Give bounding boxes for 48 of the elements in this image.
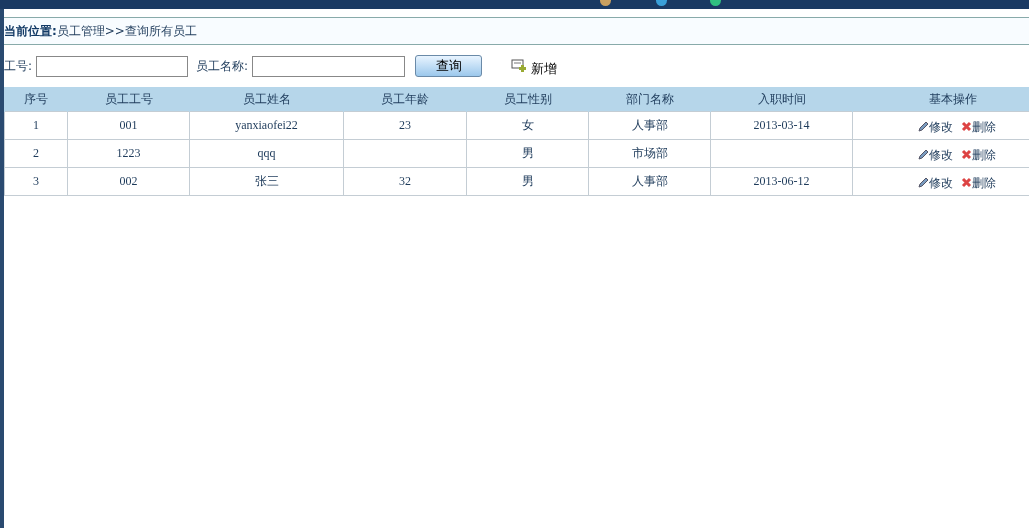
table-cell: 女 xyxy=(466,111,589,140)
table-cell: 人事部 xyxy=(588,167,711,196)
pencil-icon xyxy=(917,120,929,132)
pencil-icon xyxy=(917,176,929,188)
table-cell: 人事部 xyxy=(588,111,711,140)
table-cell: 男 xyxy=(466,167,589,196)
column-header: 部门名称 xyxy=(588,87,711,112)
delete-icon xyxy=(960,148,972,160)
table-cell: yanxiaofei22 xyxy=(189,111,344,140)
table-cell: 32 xyxy=(343,167,467,196)
table-cell: 1223 xyxy=(67,139,190,168)
pencil-icon xyxy=(917,148,929,160)
field-label: 员工名称: xyxy=(196,57,249,75)
input-field[interactable] xyxy=(252,55,406,77)
table-cell: 1 xyxy=(4,111,68,140)
table-cell: 张三 xyxy=(189,167,344,196)
breadcrumb-path: 员工管理>>查询所有员工 xyxy=(56,22,197,40)
column-header: 入职时间 xyxy=(710,87,853,112)
table-cell: 001 xyxy=(67,111,190,140)
table-cell: 男 xyxy=(466,139,589,168)
add-icon[interactable] xyxy=(511,58,528,74)
action-link[interactable]: 删除 xyxy=(971,147,996,162)
breadcrumb-label: 当前位置: xyxy=(4,22,57,40)
action-link[interactable]: 修改 xyxy=(928,175,953,190)
table-cell: 23 xyxy=(343,111,467,140)
action-link[interactable]: 修改 xyxy=(928,147,953,162)
table-cell: 市场部 xyxy=(588,139,711,168)
column-header: 序号 xyxy=(4,87,68,112)
table-cell: qqq xyxy=(189,139,344,168)
action-link[interactable]: 删除 xyxy=(971,175,996,190)
column-header: 员工年龄 xyxy=(343,87,467,112)
action-link[interactable]: 删除 xyxy=(971,119,996,134)
table-cell: 002 xyxy=(67,167,190,196)
column-header: 员工工号 xyxy=(67,87,190,112)
table-cell: 2013-03-14 xyxy=(710,111,853,140)
delete-icon xyxy=(960,176,972,188)
input-field[interactable] xyxy=(36,55,189,77)
table-cell: 2 xyxy=(4,139,68,168)
action-link[interactable]: 修改 xyxy=(928,119,953,134)
table-cell: 3 xyxy=(4,167,68,196)
column-header: 员工姓名 xyxy=(189,87,344,112)
column-header: 基本操作 xyxy=(852,87,1029,112)
search-button[interactable]: 查询 xyxy=(415,55,483,77)
column-header: 员工性别 xyxy=(466,87,589,112)
delete-icon xyxy=(960,120,972,132)
add-link[interactable]: 新增 xyxy=(531,60,558,78)
table-cell: 2013-06-12 xyxy=(710,167,853,196)
field-label: 工号: xyxy=(4,57,33,75)
